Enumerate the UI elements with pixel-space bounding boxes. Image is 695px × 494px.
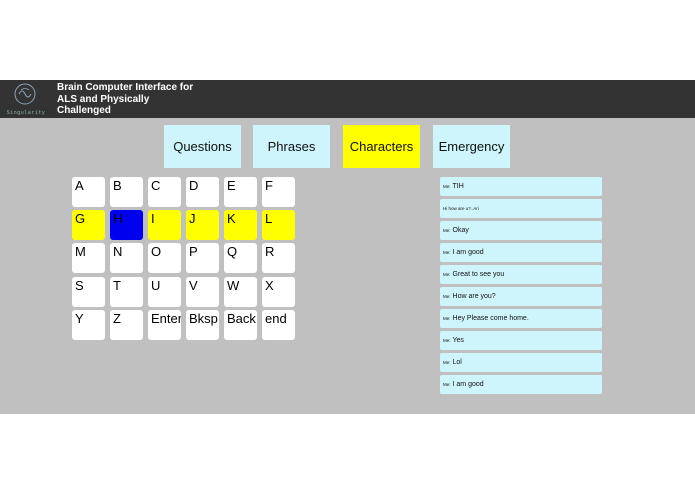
message-item: Me: Okay: [440, 221, 602, 240]
message-sender: Me:: [443, 184, 451, 189]
message-text: Lol: [452, 359, 462, 366]
tab-emergency[interactable]: Emergency: [433, 125, 510, 168]
key-p[interactable]: P: [186, 243, 219, 273]
message-text: Hi how are u?..Ari: [443, 206, 479, 211]
key-s[interactable]: S: [72, 277, 105, 307]
key-g[interactable]: G: [72, 210, 105, 240]
key-l[interactable]: L: [262, 210, 295, 240]
key-q[interactable]: Q: [224, 243, 257, 273]
key-a[interactable]: A: [72, 177, 105, 207]
tab-phrases[interactable]: Phrases: [253, 125, 330, 168]
message-text: I am good: [452, 381, 484, 388]
brain-logo-icon: Singularity: [6, 82, 46, 116]
key-m[interactable]: M: [72, 243, 105, 273]
title-line: Challenged: [57, 105, 111, 116]
main-panel: Questions Phrases Characters Emergency A…: [0, 118, 695, 414]
message-text: Hey Please come home.: [452, 315, 529, 322]
tab-questions[interactable]: Questions: [164, 125, 241, 168]
message-sender: Me:: [443, 250, 451, 255]
message-sender: Me:: [443, 316, 451, 321]
key-i[interactable]: I: [148, 210, 181, 240]
message-text: TIH: [452, 183, 464, 190]
app-title: Brain Computer Interface for ALS and Phy…: [57, 82, 207, 117]
key-d[interactable]: D: [186, 177, 219, 207]
key-k[interactable]: K: [224, 210, 257, 240]
key-back[interactable]: Back: [224, 310, 257, 340]
key-f[interactable]: F: [262, 177, 295, 207]
tab-characters[interactable]: Characters: [343, 125, 420, 168]
key-y[interactable]: Y: [72, 310, 105, 340]
title-line: ALS and Physically: [57, 93, 150, 105]
message-item: Me: I am good: [440, 375, 602, 394]
message-sender: Me:: [443, 272, 451, 277]
message-item: Hi how are u?..Ari: [440, 199, 602, 218]
message-item: Me: How are you?: [440, 287, 602, 306]
key-w[interactable]: W: [224, 277, 257, 307]
message-item: Me: Yes: [440, 331, 602, 350]
key-r[interactable]: R: [262, 243, 295, 273]
key-j[interactable]: J: [186, 210, 219, 240]
message-text: Great to see you: [452, 271, 505, 278]
message-item: Me: Lol: [440, 353, 602, 372]
message-text: I am good: [452, 249, 484, 256]
message-text: Okay: [452, 227, 469, 234]
key-n[interactable]: N: [110, 243, 143, 273]
key-e[interactable]: E: [224, 177, 257, 207]
title-line: Brain Computer Interface for: [57, 82, 194, 93]
message-item: Me: Great to see you: [440, 265, 602, 284]
logo-text: Singularity: [6, 110, 46, 116]
message-item: Me: Hey Please come home.: [440, 309, 602, 328]
key-enter[interactable]: Enter: [148, 310, 181, 340]
key-z[interactable]: Z: [110, 310, 143, 340]
key-c[interactable]: C: [148, 177, 181, 207]
app-header: Singularity Brain Computer Interface for…: [0, 80, 695, 118]
key-end[interactable]: end: [262, 310, 295, 340]
key-o[interactable]: O: [148, 243, 181, 273]
message-sender: Me:: [443, 338, 451, 343]
key-u[interactable]: U: [148, 277, 181, 307]
message-item: Me: TIH: [440, 177, 602, 196]
key-b[interactable]: B: [110, 177, 143, 207]
key-x[interactable]: X: [262, 277, 295, 307]
message-text: How are you?: [452, 293, 496, 300]
key-t[interactable]: T: [110, 277, 143, 307]
key-h[interactable]: H: [110, 210, 143, 240]
message-sender: Me:: [443, 360, 451, 365]
message-text: Yes: [452, 337, 464, 344]
key-bksp[interactable]: Bksp: [186, 310, 219, 340]
message-sender: Me:: [443, 228, 451, 233]
message-sender: Me:: [443, 382, 451, 387]
message-item: Me: I am good: [440, 243, 602, 262]
message-sender: Me:: [443, 294, 451, 299]
key-v[interactable]: V: [186, 277, 219, 307]
